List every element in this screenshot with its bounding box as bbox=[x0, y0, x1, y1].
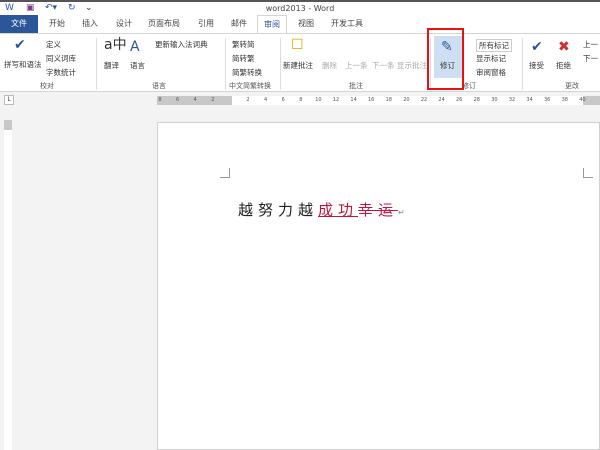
ruler-tick: 6 bbox=[176, 97, 180, 103]
define-button[interactable]: 定义 bbox=[46, 39, 61, 50]
tab-file[interactable]: 文件 bbox=[0, 15, 38, 33]
delete-comment-button[interactable]: 删除 bbox=[322, 60, 337, 71]
ruler-tick: 36 bbox=[544, 97, 551, 103]
inserted-text: 成功 bbox=[318, 201, 359, 219]
ruler-tick: 2 bbox=[211, 97, 215, 103]
new-comment-button[interactable]: 新建批注 bbox=[283, 60, 313, 71]
convert-button[interactable]: 简繁转换 bbox=[232, 67, 262, 78]
ruler-tick: 8 bbox=[158, 97, 162, 103]
horizontal-ruler[interactable]: 8 6 4 2 2 4 6 8 10 12 14 16 18 20 22 24 26 28 30 32 34 36 38 40 bbox=[157, 96, 600, 105]
group-changes: 更改 bbox=[565, 82, 579, 90]
group-language: 语言 bbox=[152, 82, 166, 90]
to-simplified-button[interactable]: 繁转简 bbox=[232, 39, 255, 50]
tab-references[interactable]: 引用 bbox=[198, 18, 214, 29]
tab-design[interactable]: 设计 bbox=[116, 18, 132, 29]
translate-button[interactable]: 翻译 bbox=[104, 60, 119, 71]
ribbon: ✔ 拼写和语法 定义 同义词库 字数统计 校对 a中 翻译 A 语言 更新输入法… bbox=[0, 28, 600, 92]
language-icon: A bbox=[130, 39, 140, 55]
markup-select[interactable]: 所有标记 bbox=[476, 39, 512, 52]
group-proofing: 校对 bbox=[40, 82, 54, 90]
ruler-tick: 34 bbox=[526, 97, 533, 103]
ruler-tick: 2 bbox=[246, 97, 250, 103]
ruler-tick: 4 bbox=[264, 97, 268, 103]
accept-icon: ✔ bbox=[531, 39, 543, 55]
document-text[interactable]: 越努力越成功幸运↵ bbox=[238, 199, 405, 220]
ruler-tick: 16 bbox=[368, 97, 375, 103]
title-bar: W ▣ ↶▾ ↻ ⌄ word2013 - Word bbox=[0, 0, 600, 15]
new-comment-icon: ☐ bbox=[291, 37, 304, 53]
ruler-tick: 12 bbox=[332, 97, 340, 103]
reviewing-pane-button[interactable]: 审阅窗格 bbox=[476, 67, 506, 78]
tab-developer[interactable]: 开发工具 bbox=[331, 18, 363, 29]
spelling-button[interactable]: 拼写和语法 bbox=[4, 59, 42, 70]
window-title: word2013 - Word bbox=[265, 4, 335, 13]
crop-mark bbox=[583, 168, 593, 178]
ruler-tick: 40 bbox=[579, 97, 586, 103]
tab-review[interactable]: 审阅 bbox=[257, 15, 287, 33]
tab-stop-selector[interactable]: L bbox=[4, 95, 14, 105]
translate-icon: a中 bbox=[104, 37, 127, 53]
word-count-button[interactable]: 字数统计 bbox=[46, 67, 76, 78]
ruler-tick: 20 bbox=[403, 97, 410, 103]
group-tracking: 修订 bbox=[462, 82, 476, 90]
reject-icon: ✖ bbox=[558, 39, 570, 55]
accept-button[interactable]: 接受 bbox=[529, 60, 544, 71]
ruler-tick: 10 bbox=[315, 97, 322, 103]
crop-mark bbox=[220, 168, 230, 178]
prev-change-button[interactable]: 上一 bbox=[583, 39, 598, 50]
document-page[interactable]: 越努力越成功幸运↵ bbox=[157, 122, 600, 450]
ruler-tick: 6 bbox=[281, 97, 285, 103]
group-comments: 批注 bbox=[349, 82, 363, 90]
tab-view[interactable]: 视图 bbox=[298, 18, 314, 29]
ruler-tick: 8 bbox=[299, 97, 303, 103]
reject-button[interactable]: 拒绝 bbox=[556, 60, 571, 71]
group-chinese: 中文简繁转换 bbox=[229, 82, 271, 90]
prev-comment-button[interactable]: 上一条 bbox=[345, 60, 368, 71]
vertical-ruler[interactable] bbox=[4, 120, 12, 450]
spelling-icon: ✔ bbox=[14, 37, 26, 53]
ruler-tick: 22 bbox=[420, 97, 428, 103]
show-markup-button[interactable]: 显示标记 bbox=[476, 53, 506, 64]
tab-mailings[interactable]: 邮件 bbox=[231, 18, 247, 29]
to-traditional-button[interactable]: 简转繁 bbox=[232, 53, 255, 64]
next-change-button[interactable]: 下一 bbox=[583, 53, 598, 64]
ruler-tick: 32 bbox=[508, 97, 516, 103]
plain-text: 越努力越 bbox=[238, 201, 319, 219]
highlight-box bbox=[427, 28, 464, 90]
tab-layout[interactable]: 页面布局 bbox=[148, 18, 180, 29]
deleted-text: 幸运 bbox=[358, 201, 399, 219]
ruler-tick: 30 bbox=[491, 97, 498, 103]
tab-home[interactable]: 开始 bbox=[49, 18, 65, 29]
update-ime-button[interactable]: 更新输入法词典 bbox=[155, 39, 208, 50]
ruler-tick: 18 bbox=[385, 97, 392, 103]
paragraph-mark: ↵ bbox=[398, 208, 405, 217]
thesaurus-button[interactable]: 同义词库 bbox=[46, 53, 76, 64]
ruler-tick: 38 bbox=[561, 97, 568, 103]
ruler-tick: 28 bbox=[473, 97, 480, 103]
ribbon-tabs: 文件 开始 插入 设计 页面布局 引用 邮件 审阅 视图 开发工具 bbox=[0, 15, 600, 33]
next-comment-button[interactable]: 下一条 bbox=[372, 60, 395, 71]
ruler-tick: 4 bbox=[193, 97, 197, 103]
ruler-tick: 14 bbox=[350, 97, 357, 103]
ruler-tick: 24 bbox=[438, 97, 445, 103]
show-comments-button[interactable]: 显示批注 bbox=[397, 60, 427, 71]
ruler-tick: 26 bbox=[456, 97, 463, 103]
language-button[interactable]: 语言 bbox=[130, 60, 145, 71]
tab-insert[interactable]: 插入 bbox=[82, 18, 98, 29]
